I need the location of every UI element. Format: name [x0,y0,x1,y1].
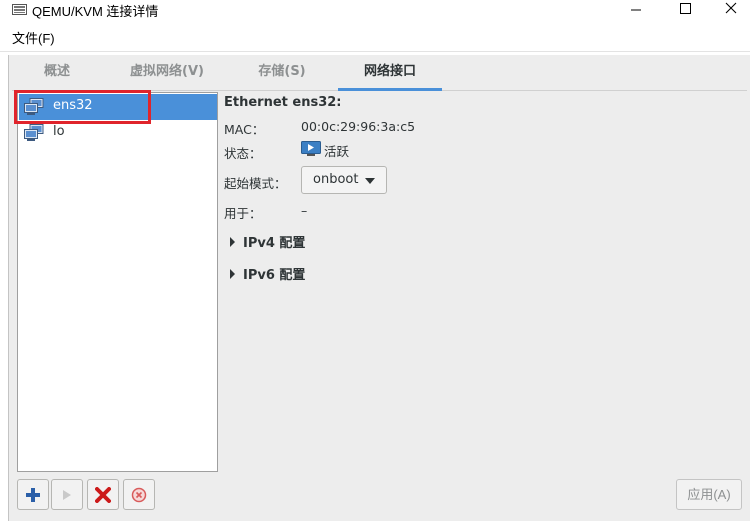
tab-overview[interactable]: 概述 [12,59,102,91]
cancel-circle-icon [131,487,147,503]
maximize-icon [680,3,691,14]
state-running-icon [301,141,321,156]
expander-arrow-icon [230,237,235,247]
start-mode-value: onboot [313,172,359,187]
delete-x-icon [95,487,111,503]
expander-arrow-icon [230,269,235,279]
tab-network-interfaces[interactable]: 网络接口 [338,59,442,91]
delete-interface-button[interactable] [123,479,155,510]
mac-value: 00:0c:29:96:3a:c5 [301,119,416,134]
ipv4-expander[interactable]: IPv4 配置 [230,232,305,251]
add-interface-button[interactable] [17,479,49,510]
ipv6-expander[interactable]: IPv6 配置 [230,264,305,283]
maximize-button[interactable] [661,0,707,20]
close-icon [725,2,737,14]
tab-virtual-networks[interactable]: 虚拟网络(V) [107,59,227,91]
mac-label: MAC： [224,122,265,137]
ipv4-label: IPv4 配置 [243,236,306,251]
start-interface-button[interactable] [51,479,83,510]
title-bar: QEMU/KVM 连接详情 [0,0,750,20]
highlight-annotation [14,90,151,124]
menu-bar: 文件(F) [0,22,750,52]
minimize-icon [631,9,641,11]
state-label: 状态： [224,146,262,161]
start-mode-dropdown[interactable]: onboot [301,166,387,194]
virt-manager-icon [12,4,27,15]
content-frame: 概述 虚拟网络(V) 存储(S) 网络接口 ens32 lo Ethernet … [8,55,750,521]
details-title: Ethernet ens32: [224,95,342,110]
menu-file[interactable]: 文件(F) [12,28,55,47]
stop-interface-button[interactable] [87,479,119,510]
tab-storage[interactable]: 存储(S) [232,59,332,91]
used-by-value: – [301,203,308,218]
close-button[interactable] [707,0,750,20]
network-interface-icon [24,124,44,141]
play-icon [63,490,71,500]
start-mode-label: 起始模式： [224,176,287,191]
chevron-down-icon [365,178,375,184]
ipv6-label: IPv6 配置 [243,268,306,283]
tab-bar: 概述 虚拟网络(V) 存储(S) 网络接口 [12,59,747,91]
state-value: 活跃 [324,144,350,159]
interface-details: Ethernet ens32: MAC： 00:0c:29:96:3a:c5 状… [222,92,742,472]
interface-list[interactable]: ens32 lo [17,92,218,472]
apply-button[interactable]: 应用(A) [676,479,742,510]
window-title: QEMU/KVM 连接详情 [32,4,159,19]
minimize-button[interactable] [613,0,659,20]
interface-label: lo [53,124,65,139]
used-by-label: 用于： [224,206,262,221]
plus-icon [26,488,40,502]
